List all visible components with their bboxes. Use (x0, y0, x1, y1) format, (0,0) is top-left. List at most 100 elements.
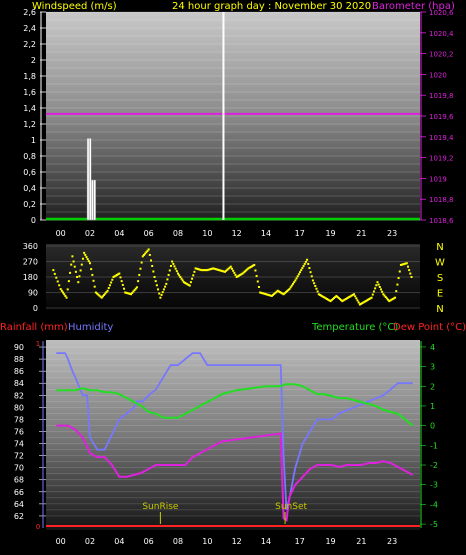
direction-point (178, 274, 181, 277)
direction-point (181, 279, 184, 282)
direction-point (306, 258, 309, 261)
temperature-axis-tick: 4 (430, 343, 435, 352)
direction-point (92, 279, 95, 282)
sunrise-label: SunRise (142, 502, 179, 512)
wind-x-tick: 02 (85, 229, 95, 238)
direction-point (297, 273, 300, 276)
wind-x-tick: 12 (232, 229, 242, 238)
temperature-x-tick: 08 (173, 537, 183, 546)
wind-axis-tick: 0,2 (23, 200, 36, 209)
direction-point (66, 288, 69, 291)
rain-axis-tick: 0 (36, 523, 40, 531)
direction-point (84, 253, 87, 256)
direction-point (108, 284, 111, 287)
direction-point (91, 273, 94, 276)
baro-axis-tick: 1020 (429, 71, 447, 79)
humidity-axis-tick: 76 (14, 427, 24, 436)
direction-point (310, 275, 313, 278)
direction-point (119, 276, 122, 279)
wind-axis-tick: 2,4 (23, 24, 36, 33)
direction-point (154, 280, 157, 283)
wind-x-tick: 06 (144, 229, 154, 238)
direction-point (123, 287, 126, 290)
baro-axis-tick: 1019,2 (429, 155, 454, 163)
direction-point (299, 271, 302, 274)
direction-point (377, 283, 380, 286)
direction-point (157, 288, 160, 291)
direction-point (311, 279, 314, 282)
temperature-x-tick: 21 (356, 537, 366, 546)
wind-x-tick: 21 (356, 229, 366, 238)
direction-point (296, 275, 299, 278)
direction-point (289, 286, 292, 289)
temperature-axis-tick: 3 (430, 363, 435, 372)
humidity-axis-tick: 80 (14, 403, 24, 412)
direction-point (372, 290, 375, 293)
direction-point (150, 259, 153, 262)
direction-point (409, 272, 412, 275)
direction-point (86, 258, 89, 261)
rain-axis-tick: 1 (36, 340, 40, 348)
direction-point (233, 271, 236, 274)
direction-point (71, 255, 74, 258)
direction-point (232, 269, 235, 272)
direction-point (314, 284, 317, 287)
direction-point (398, 270, 401, 273)
weather-graph: Windspeed (m/s) 24 hour graph day : Nove… (0, 1, 466, 546)
windspeed-title: Windspeed (m/s) (32, 1, 117, 12)
direction-point (140, 261, 143, 264)
wind-x-tick: 19 (325, 229, 335, 238)
direction-point (288, 288, 291, 291)
direction-point (410, 276, 413, 278)
temperature-panel-bg (46, 340, 420, 530)
direction-point (408, 269, 411, 272)
direction-point (83, 251, 86, 254)
temperature-x-tick: 06 (144, 537, 154, 546)
direction-point (294, 279, 297, 282)
wind-x-tick: 10 (202, 229, 212, 238)
temperature-axis-tick: -4 (430, 500, 438, 509)
temperature-x-tick: 14 (261, 537, 271, 546)
humidity-title: Humidity (68, 322, 113, 333)
wind-axis-tick: 0,4 (23, 184, 36, 193)
wind-x-tick: 23 (387, 229, 397, 238)
humidity-axis-tick: 84 (14, 379, 24, 388)
direction-point (72, 260, 75, 263)
humidity-axis-tick: 68 (14, 476, 24, 485)
direction-point (396, 283, 399, 286)
direction-point (85, 256, 88, 259)
direction-point (77, 281, 80, 284)
temperature-x-tick: 19 (325, 537, 335, 546)
direction-point (397, 277, 400, 280)
direction-point (256, 280, 259, 283)
direction-point (378, 285, 381, 288)
direction-axis-tick: 270 (23, 258, 38, 267)
windspeed-bar (93, 179, 96, 221)
direction-point (254, 269, 257, 272)
baro-axis-tick: 1019,6 (429, 113, 454, 121)
wind-axis-tick: 1,8 (23, 72, 36, 81)
direction-point (64, 294, 67, 297)
direction-point (253, 263, 256, 266)
wind-x-tick: 00 (56, 229, 66, 238)
direction-point (173, 265, 176, 268)
windspeed-bar (91, 179, 94, 221)
date-title: 24 hour graph day : November 30 2020 (172, 1, 371, 12)
direction-point (175, 270, 178, 273)
rainfall-title: Rainfall (mm) (0, 322, 68, 333)
direction-axis-tick: 0 (33, 304, 38, 313)
direction-point (120, 280, 123, 283)
humidity-axis-tick: 88 (14, 355, 24, 364)
wind-x-tick: 14 (261, 229, 271, 238)
humidity-axis-tick: 74 (14, 440, 24, 449)
wind-axis-tick: 2 (31, 56, 36, 65)
direction-point (230, 267, 233, 270)
direction-point (111, 278, 114, 281)
direction-point (315, 287, 318, 290)
direction-point (257, 285, 260, 288)
humidity-axis-tick: 86 (14, 367, 24, 376)
direction-point (166, 278, 169, 281)
direction-point (374, 287, 377, 290)
direction-point (174, 267, 177, 270)
direction-point (79, 269, 82, 272)
